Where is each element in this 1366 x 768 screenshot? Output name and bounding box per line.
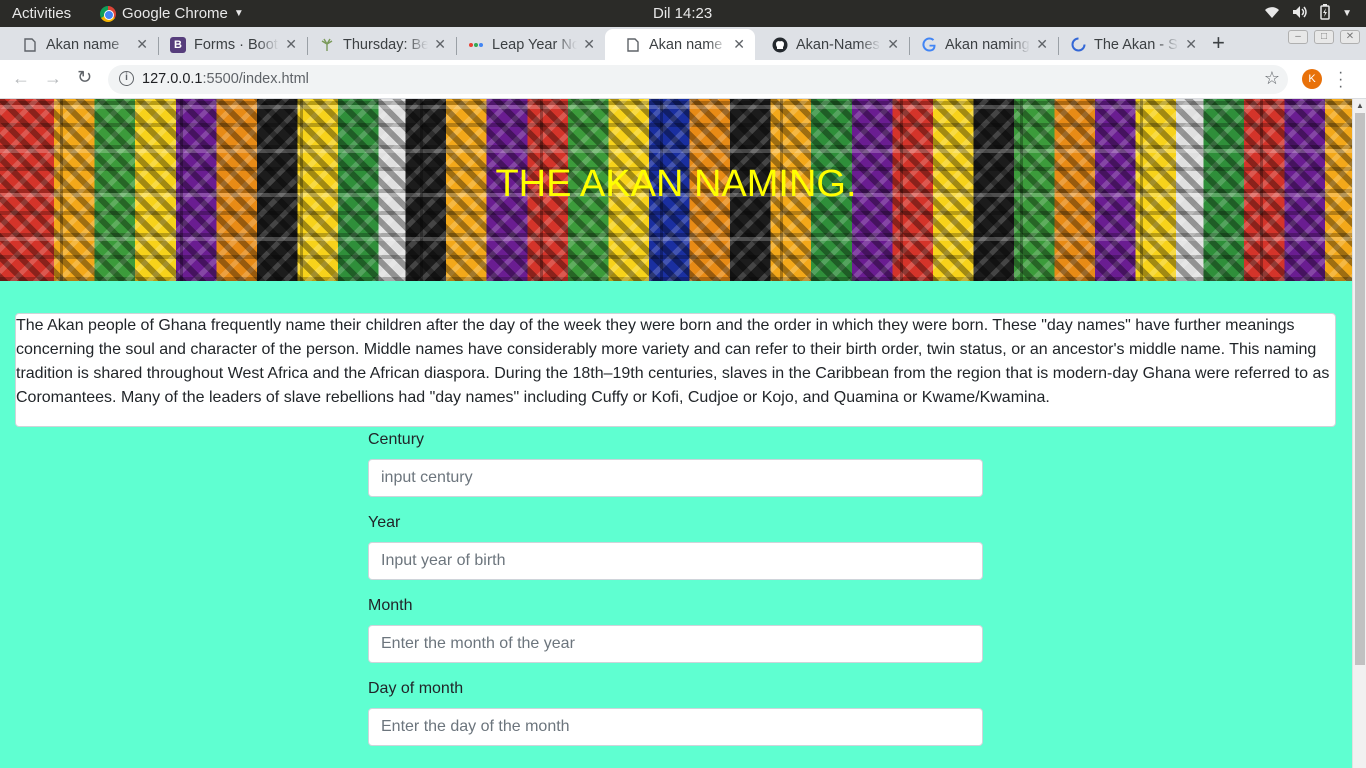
back-button[interactable]: ← — [12, 68, 30, 89]
intro-box: The Akan people of Ghana frequently name… — [15, 313, 1336, 427]
tab-title: Akan naming — [945, 36, 1030, 53]
tab-leap-year[interactable]: Leap Year No ✕ — [448, 29, 605, 60]
clock[interactable]: Dil 14:23 — [653, 5, 712, 22]
close-window-button[interactable]: ✕ — [1340, 30, 1360, 44]
day-field-group: Day of month — [368, 677, 983, 746]
profile-avatar[interactable]: K — [1302, 69, 1322, 89]
century-input[interactable] — [368, 459, 983, 497]
palm-icon — [319, 37, 335, 53]
google-icon — [921, 37, 937, 53]
close-icon[interactable]: ✕ — [285, 36, 297, 53]
caret-down-icon: ▼ — [233, 8, 244, 19]
page-icon — [22, 37, 38, 53]
reload-button[interactable]: ↻ — [77, 67, 92, 88]
tab-forms-bootstrap[interactable]: B Forms · Bootstrap ✕ — [150, 29, 307, 60]
close-icon[interactable]: ✕ — [136, 36, 148, 53]
loading-icon — [1070, 37, 1086, 53]
page-viewport: THE AKAN NAMING. The Akan people of Ghan… — [0, 99, 1352, 768]
battery-icon — [1320, 4, 1330, 23]
github-icon — [772, 37, 788, 53]
tab-title: Akan name — [46, 36, 120, 53]
day-input[interactable] — [368, 708, 983, 746]
page-scrollbar[interactable]: ▲ — [1352, 99, 1366, 768]
month-input[interactable] — [368, 625, 983, 663]
page-title: THE AKAN NAMING. — [495, 163, 857, 205]
bootstrap-icon: B — [170, 36, 186, 53]
url-text[interactable]: 127.0.0.1:5500/index.html — [142, 71, 309, 87]
forward-button[interactable]: → — [44, 68, 62, 89]
intro-text: The Akan people of Ghana frequently name… — [16, 317, 1330, 406]
tab-akan-naming-google[interactable]: Akan naming ✕ — [901, 29, 1058, 60]
system-top-bar: Activities Google Chrome ▼ Dil 14:23 ▼ — [0, 0, 1366, 27]
dots-icon — [468, 37, 484, 53]
century-label: Century — [368, 431, 425, 448]
minimize-button[interactable]: – — [1288, 30, 1308, 44]
akan-form: Century Year Month Day of month — [368, 428, 983, 760]
year-input[interactable] — [368, 542, 983, 580]
close-icon[interactable]: ✕ — [733, 36, 745, 53]
close-icon[interactable]: ✕ — [434, 36, 446, 53]
tab-akan-name-active[interactable]: Akan name ✕ — [605, 29, 755, 60]
activities-button[interactable]: Activities — [12, 5, 71, 22]
tab-strip: Akan name ✕ B Forms · Bootstrap ✕ Thursd… — [0, 27, 1366, 60]
bookmark-star-icon[interactable]: ☆ — [1264, 68, 1280, 89]
kente-banner: THE AKAN NAMING. — [0, 99, 1352, 281]
year-field-group: Year — [368, 511, 983, 580]
tab-thursday[interactable]: Thursday: Be ✕ — [299, 29, 456, 60]
new-tab-button[interactable]: + — [1212, 30, 1225, 56]
close-icon[interactable]: ✕ — [887, 36, 899, 53]
tab-akan-names-github[interactable]: Akan-Names ✕ — [752, 29, 909, 60]
restore-button[interactable]: □ — [1314, 30, 1334, 44]
scrollbar-thumb[interactable] — [1355, 113, 1365, 665]
page-icon — [625, 37, 641, 53]
tab-title: Akan name — [649, 36, 723, 53]
year-label: Year — [368, 514, 401, 531]
tab-the-akan[interactable]: The Akan - Sc ✕ — [1050, 29, 1207, 60]
close-icon[interactable]: ✕ — [1185, 36, 1197, 53]
century-field-group: Century — [368, 428, 983, 497]
tab-title: Akan-Names — [796, 36, 880, 53]
caret-down-icon: ▼ — [1342, 8, 1352, 19]
app-menu[interactable]: Google Chrome ▼ — [100, 5, 244, 22]
tab-title: The Akan - Sc — [1094, 36, 1180, 53]
address-bar[interactable]: i 127.0.0.1:5500/index.html ☆ — [108, 65, 1288, 94]
close-icon[interactable]: ✕ — [1036, 36, 1048, 53]
system-tray[interactable]: ▼ — [1264, 4, 1352, 23]
close-icon[interactable]: ✕ — [583, 36, 595, 53]
app-name: Google Chrome — [122, 5, 228, 22]
chrome-icon — [100, 5, 116, 22]
tab-title: Thursday: Be — [343, 36, 429, 53]
volume-icon — [1292, 5, 1308, 22]
wifi-icon — [1264, 5, 1280, 22]
tab-title: Leap Year No — [492, 36, 578, 53]
day-label: Day of month — [368, 680, 464, 697]
browser-toolbar: ← → ↻ i 127.0.0.1:5500/index.html ☆ K · ·… — [0, 60, 1366, 99]
tab-akan-name-1[interactable]: Akan name ✕ — [2, 29, 158, 60]
month-field-group: Month — [368, 594, 983, 663]
scroll-up-arrow-icon[interactable]: ▲ — [1356, 101, 1364, 110]
kebab-menu-icon[interactable]: · · · — [1338, 65, 1343, 95]
tab-title: Forms · Bootstrap — [194, 36, 279, 53]
info-icon[interactable]: i — [119, 71, 134, 86]
month-label: Month — [368, 597, 413, 614]
